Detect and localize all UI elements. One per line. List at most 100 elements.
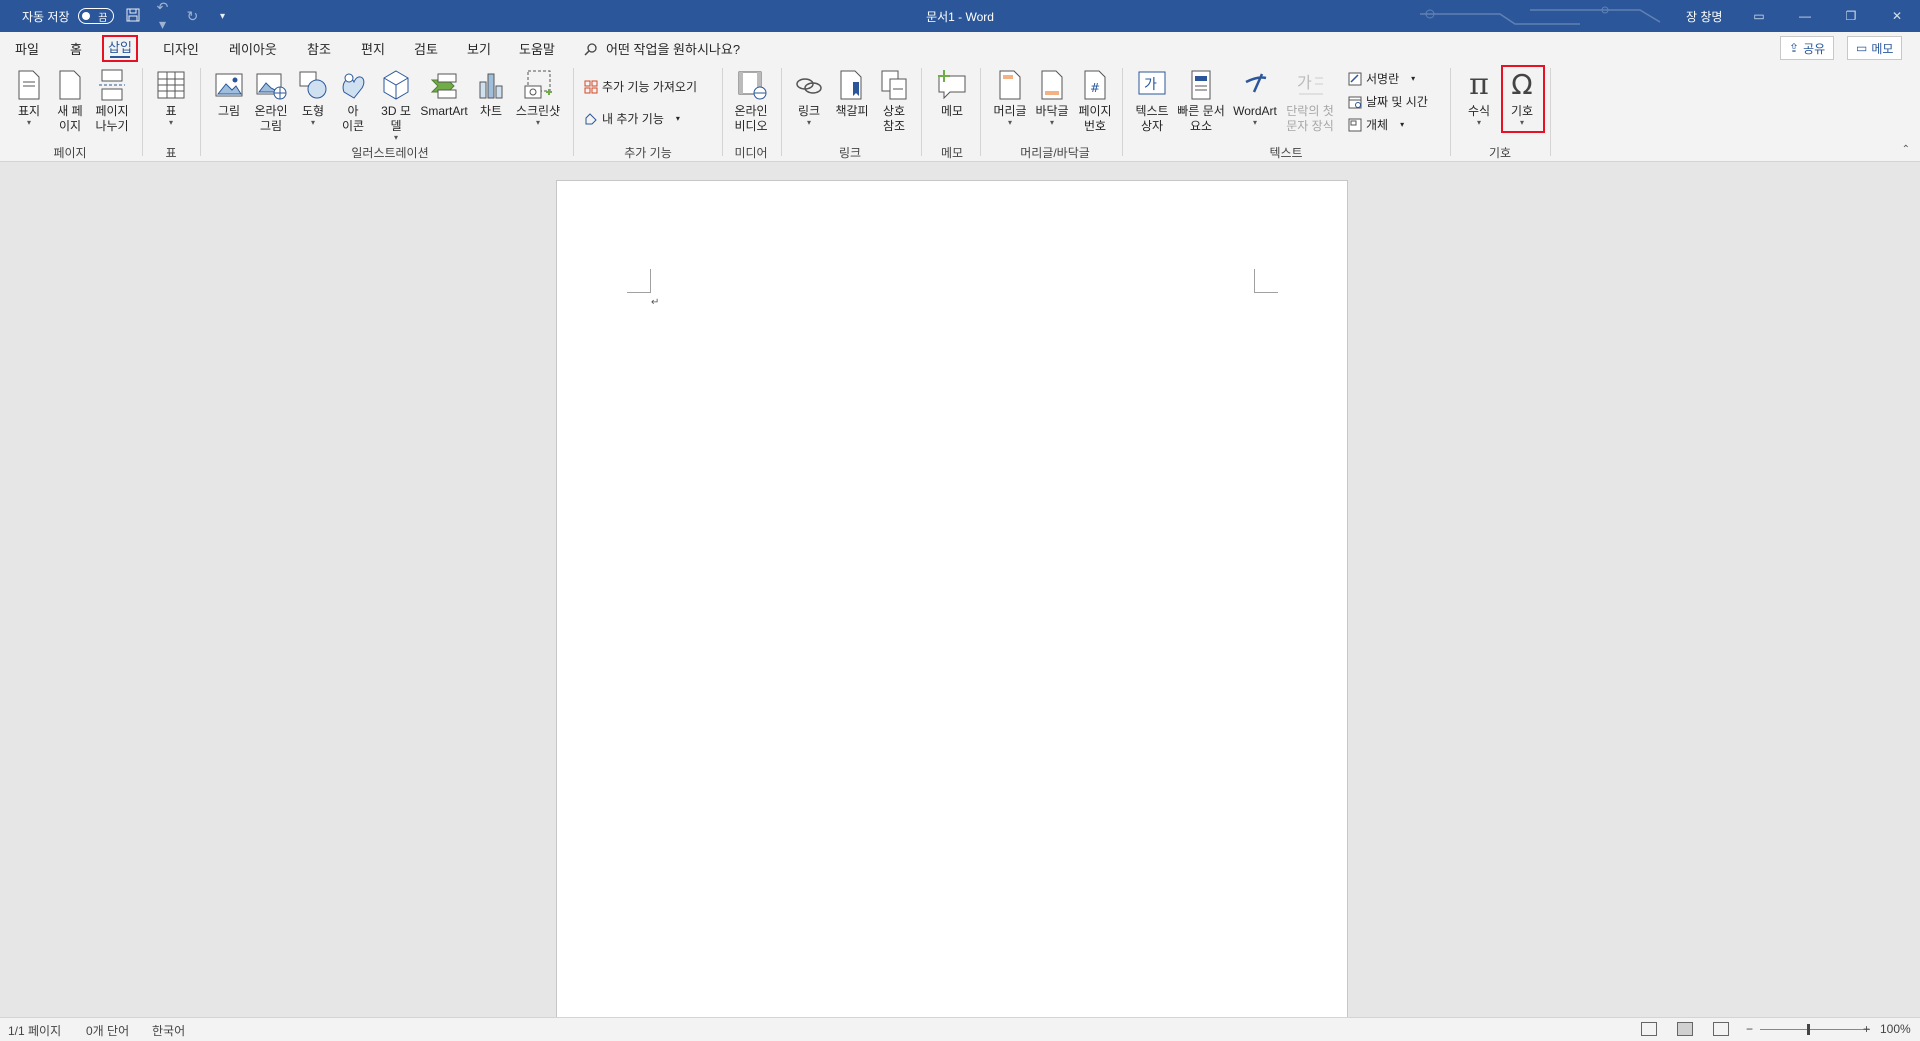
highlight-box — [1501, 65, 1545, 133]
group-label-media: 미디어 — [734, 146, 768, 160]
cover-page-button[interactable]: 표지 ▾ — [12, 68, 46, 127]
drop-cap-icon: 가 — [1297, 73, 1323, 95]
3d-models-button[interactable]: 3D 모 델 ▾ — [378, 68, 414, 142]
save-icon[interactable] — [122, 8, 144, 25]
wordart-button[interactable]: WordArt ▾ — [1230, 68, 1280, 127]
icons-button[interactable]: 아 이콘 — [336, 68, 370, 134]
customize-quick-access-icon[interactable]: ▾ — [212, 11, 234, 22]
text-box-button[interactable]: 가 텍스트 상자 — [1132, 68, 1172, 134]
page-break-button[interactable]: 페이지 나누기 — [90, 68, 134, 134]
cover-page-icon — [18, 70, 40, 100]
blank-page-button[interactable]: 새 페 이지 — [52, 68, 88, 134]
search-icon — [584, 42, 597, 56]
smartart-icon — [430, 73, 457, 99]
restore-icon[interactable]: ❐ — [1828, 0, 1874, 32]
user-name[interactable]: 장 창명 — [1686, 8, 1722, 25]
online-pictures-button[interactable]: 온라인 그림 — [250, 68, 292, 134]
header-button[interactable]: 머리글 ▾ — [990, 68, 1030, 127]
document-page[interactable]: ↵ — [556, 180, 1348, 1020]
drop-cap-button[interactable]: 가 단락의 첫 문자 장식 — [1280, 68, 1340, 134]
print-layout-icon[interactable] — [1677, 1022, 1693, 1036]
share-icon: ⇪ — [1789, 41, 1800, 55]
tab-home[interactable]: 홈 — [67, 38, 85, 59]
language-indicator[interactable]: 한국어 — [152, 1022, 185, 1039]
online-video-icon — [738, 71, 767, 100]
share-button[interactable]: ⇪ 공유 — [1780, 36, 1835, 60]
autosave-toggle[interactable]: 끔 — [77, 8, 114, 24]
tab-design[interactable]: 디자인 — [160, 38, 202, 59]
zoom-in-button[interactable]: + — [1863, 1022, 1870, 1036]
my-addins-button[interactable]: 내 추가 기능 ▾ — [584, 110, 680, 127]
online-video-button[interactable]: 온라인 비디오 — [730, 68, 772, 134]
get-addins-button[interactable]: 추가 기능 가져오기 — [584, 78, 697, 95]
ribbon-display-options-icon[interactable]: ▭ — [1736, 0, 1782, 32]
quick-parts-button[interactable]: 빠른 문서 요소 — [1174, 68, 1228, 134]
group-label-links: 링크 — [838, 146, 862, 160]
tab-file[interactable]: 파일 — [12, 38, 42, 59]
comments-button[interactable]: ▭ 메모 — [1847, 36, 1903, 60]
bookmark-button[interactable]: 책갈피 — [832, 68, 872, 119]
screenshot-icon — [524, 70, 552, 99]
zoom-out-button[interactable]: − — [1746, 1022, 1753, 1036]
group-separator — [921, 68, 922, 156]
close-icon[interactable]: ✕ — [1874, 0, 1920, 32]
table-button[interactable]: 표 ▾ — [154, 68, 188, 127]
calendar-icon — [1348, 96, 1362, 108]
collapse-ribbon-icon[interactable]: ⌃ — [1902, 144, 1910, 155]
title-bar-decoration — [1420, 6, 1661, 25]
signature-line-icon — [1348, 72, 1362, 85]
chart-button[interactable]: 차트 — [474, 68, 508, 119]
pi-icon: π — [1469, 67, 1489, 102]
group-label-illustrations: 일러스트레이션 — [351, 146, 429, 160]
read-mode-icon[interactable] — [1641, 1022, 1657, 1036]
equation-button[interactable]: π 수식 ▾ — [1462, 68, 1496, 127]
page-number-button[interactable]: # 페이지 번호 — [1074, 68, 1116, 134]
margin-crop-mark — [1254, 269, 1278, 293]
smartart-button[interactable]: SmartArt — [418, 68, 470, 119]
status-bar: 1/1 페이지 0개 단어 한국어 − + 100% — [0, 1017, 1920, 1041]
wordart-icon — [1245, 73, 1267, 93]
word-count[interactable]: 0개 단어 — [86, 1022, 129, 1039]
tab-review[interactable]: 검토 — [411, 38, 441, 59]
undo-icon[interactable]: ↶ ▾ — [152, 0, 174, 32]
cross-reference-button[interactable]: 상호 참조 — [876, 68, 912, 134]
window-controls: ▭ — ❐ ✕ — [1736, 0, 1920, 32]
screenshot-button[interactable]: 스크린샷 ▾ — [512, 68, 564, 127]
quick-parts-icon — [1191, 70, 1211, 100]
online-picture-icon — [256, 73, 287, 100]
svg-text:#: # — [1090, 81, 1100, 95]
quick-access-toolbar: 자동 저장 끔 ↶ ▾ ↻ ▾ — [22, 0, 234, 32]
link-button[interactable]: 링크 ▾ — [792, 68, 826, 127]
chart-icon — [479, 73, 503, 99]
tab-references[interactable]: 참조 — [304, 38, 334, 59]
group-label-comments: 메모 — [940, 146, 964, 160]
tab-mailings[interactable]: 편지 — [358, 38, 388, 59]
group-separator — [200, 68, 201, 156]
paragraph-mark-icon: ↵ — [651, 297, 660, 308]
page-break-icon — [99, 69, 125, 101]
tab-layout[interactable]: 레이아웃 — [226, 38, 280, 59]
zoom-slider-thumb[interactable] — [1807, 1024, 1810, 1035]
footer-button[interactable]: 바닥글 ▾ — [1032, 68, 1072, 127]
group-separator — [573, 68, 574, 156]
new-comment-button[interactable]: 메모 — [932, 68, 972, 119]
tab-insert[interactable]: 삽입 — [102, 35, 138, 62]
shapes-button[interactable]: 도형 ▾ — [296, 68, 330, 127]
signature-line-button[interactable]: 서명란 ▾ — [1348, 70, 1415, 87]
date-time-button[interactable]: 날짜 및 시간 — [1348, 93, 1428, 110]
store-icon — [584, 80, 598, 93]
object-button[interactable]: 개체 ▾ — [1348, 116, 1404, 133]
blank-page-icon — [59, 70, 81, 100]
zoom-slider[interactable] — [1760, 1029, 1870, 1030]
web-layout-icon[interactable] — [1713, 1022, 1729, 1036]
pictures-button[interactable]: 그림 — [212, 68, 246, 119]
redo-icon[interactable]: ↻ — [182, 8, 204, 25]
tell-me-search[interactable]: 어떤 작업을 원하시나요? — [584, 39, 740, 58]
table-icon — [157, 71, 185, 99]
tab-view[interactable]: 보기 — [464, 38, 494, 59]
page-count[interactable]: 1/1 페이지 — [8, 1022, 61, 1039]
zoom-level[interactable]: 100% — [1880, 1022, 1911, 1036]
ribbon-tabs: 파일 홈 삽입 디자인 레이아웃 참조 편지 검토 보기 도움말 어떤 작업을 … — [0, 32, 1920, 64]
minimize-icon[interactable]: — — [1782, 0, 1828, 32]
tab-help[interactable]: 도움말 — [516, 38, 558, 59]
